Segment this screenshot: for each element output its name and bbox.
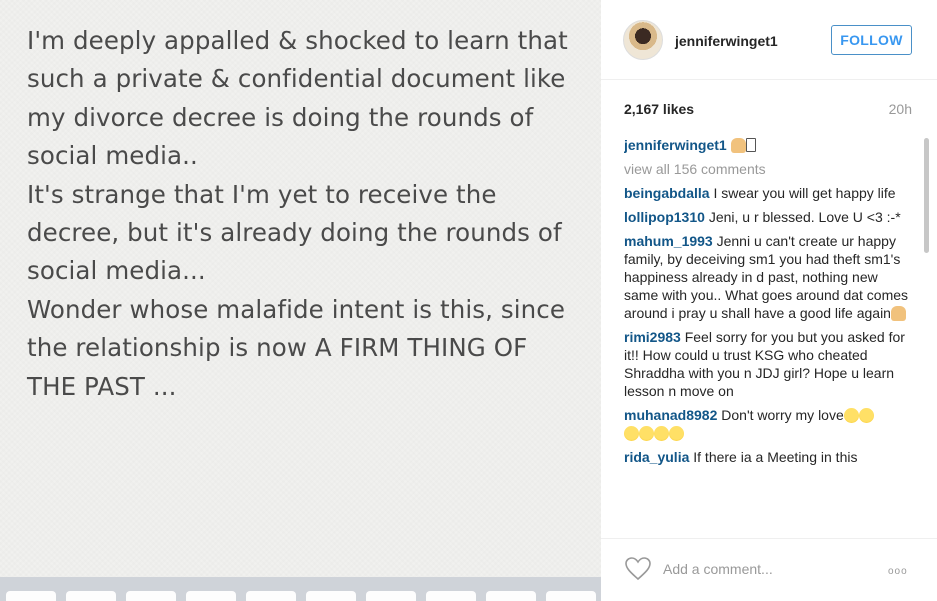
kissing-face-emoji-icon [843, 408, 859, 423]
kissing-face-emoji-icon [639, 426, 654, 441]
comment-username[interactable]: beingabdalla [624, 185, 710, 201]
kissing-face-emoji-icon [624, 426, 639, 441]
post-sidebar: jenniferwinget1 FOLLOW 2,167 likes 20h j… [601, 0, 937, 601]
comments-list: jenniferwinget1 view all 156 comments be… [624, 136, 914, 534]
note-line: I'm deeply appalled & shocked to learn t… [27, 26, 568, 55]
add-comment-input[interactable]: Add a comment... [663, 561, 773, 577]
kissing-face-emoji-icon [858, 408, 874, 423]
note-line: decree, but it's already doing the round… [27, 218, 562, 248]
note-line: my divorce decree is doing the rounds of [27, 102, 534, 132]
comment-item: mahum_1993 Jenni u can't create ur happy… [624, 232, 914, 322]
key [426, 591, 476, 601]
key [486, 591, 536, 601]
key [546, 591, 596, 601]
key [366, 591, 416, 601]
key [306, 591, 356, 601]
comment-text: I swear you will get happy life [713, 185, 896, 201]
heart-icon[interactable] [625, 557, 651, 581]
caption: jenniferwinget1 [624, 136, 914, 154]
praying-hands-emoji-icon [890, 306, 906, 321]
follow-button[interactable]: FOLLOW [831, 25, 912, 55]
post-time[interactable]: 20h [889, 101, 912, 117]
comment-text: If there ia a Meeting in this [693, 449, 858, 465]
note-line: THE PAST ... [27, 371, 177, 401]
missing-glyph-icon [745, 138, 756, 152]
comment-item: beingabdalla I swear you will get happy … [624, 184, 914, 202]
note-line: Wonder whose malafide intent is this, si… [27, 294, 566, 324]
username-link[interactable]: jenniferwinget1 [675, 33, 778, 49]
comment-item: rida_yulia If there ia a Meeting in this [624, 448, 914, 466]
comment-item: muhanad8982 Don't worry my love [624, 406, 914, 442]
praying-hands-emoji-icon [730, 138, 746, 153]
post-footer: Add a comment... ooo [601, 538, 937, 601]
key [186, 591, 236, 601]
view-all-comments-link[interactable]: view all 156 comments [624, 160, 914, 178]
note-line: social media.. [27, 141, 198, 171]
comment-username[interactable]: rimi2983 [624, 329, 681, 345]
post-image: I'm deeply appalled & shocked to learn t… [0, 0, 601, 601]
comment-text: Jeni, u r blessed. Love U <3 :-* [708, 209, 901, 225]
key [246, 591, 296, 601]
avatar[interactable] [623, 20, 663, 60]
kissing-face-emoji-icon [654, 426, 669, 441]
key [126, 591, 176, 601]
comment-item: rimi2983 Feel sorry for you but you aske… [624, 328, 914, 400]
comments-scrollbar[interactable] [924, 138, 929, 253]
comment-item: lollipop1310 Jeni, u r blessed. Love U <… [624, 208, 914, 226]
comment-username[interactable]: lollipop1310 [624, 209, 705, 225]
comment-username[interactable]: muhanad8982 [624, 407, 717, 423]
note-line: social media... [27, 256, 206, 286]
note-line: the relationship is now A FIRM THING OF [27, 333, 528, 363]
likes-count[interactable]: 2,167 likes [624, 101, 694, 117]
kissing-face-emoji-icon [669, 426, 684, 441]
note-line: It's strange that I'm yet to receive the [27, 179, 497, 209]
note-line: such a private & confidential document l… [27, 64, 566, 94]
note-text: I'm deeply appalled & shocked to learn t… [27, 22, 587, 406]
caption-username[interactable]: jenniferwinget1 [624, 137, 727, 153]
keyboard-strip [0, 577, 601, 601]
post-header: jenniferwinget1 FOLLOW [601, 0, 937, 80]
comment-text: Don't worry my love [721, 407, 844, 423]
key [66, 591, 116, 601]
key [6, 591, 56, 601]
comment-username[interactable]: mahum_1993 [624, 233, 713, 249]
comment-username[interactable]: rida_yulia [624, 449, 689, 465]
more-options-icon[interactable]: ooo [888, 566, 908, 577]
